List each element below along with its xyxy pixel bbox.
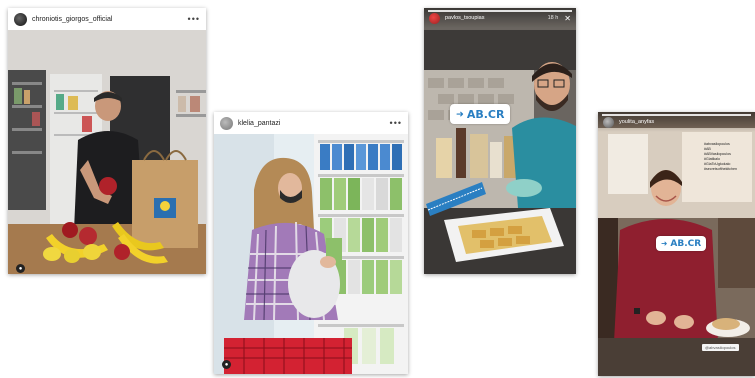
hashtag[interactable]: #secretsofthekitchen xyxy=(704,167,754,172)
instagram-story-2[interactable]: youlita_anyfas #abvasilopoulos #AB #ABVa… xyxy=(598,112,755,376)
instagram-post-1[interactable]: chroniotis_giorgos_official ••• ● xyxy=(8,8,206,274)
story-photo: youlita_anyfas #abvasilopoulos #AB #ABVa… xyxy=(598,112,755,376)
post-header: chroniotis_giorgos_official ••• xyxy=(8,8,206,30)
story-username[interactable]: pavlos_tsoupias xyxy=(445,15,548,21)
badge-label: AB.CR xyxy=(466,107,505,121)
story-header: pavlos_tsoupias 18 h ✕ xyxy=(424,8,576,28)
avatar[interactable] xyxy=(220,116,233,130)
send-arrow-icon: ➜ xyxy=(661,239,668,248)
supermarket-scene xyxy=(214,134,408,374)
kitchen-scene xyxy=(8,30,206,274)
close-icon[interactable]: ✕ xyxy=(564,14,571,23)
story-username[interactable]: youlita_anyfas xyxy=(619,119,750,125)
story-header: youlita_anyfas xyxy=(598,112,755,132)
story-progress-bar xyxy=(602,114,751,116)
instagram-story-1[interactable]: pavlos_tsoupias 18 h ✕ ➜ AB.CR xyxy=(424,8,576,274)
ellipsis-icon[interactable]: ••• xyxy=(390,118,402,128)
mention-tag[interactable]: @abvasilopoulos xyxy=(702,344,739,351)
instagram-post-2[interactable]: klelia_pantazi ••• ● xyxy=(214,112,408,374)
send-arrow-icon: ➜ xyxy=(456,108,464,120)
tagged-user-icon[interactable]: ● xyxy=(222,360,231,369)
ab-cr-badge[interactable]: ➜ AB.CR xyxy=(450,104,511,124)
ab-cr-badge[interactable]: ➜ AB.CR xyxy=(656,236,707,251)
story-timestamp: 18 h xyxy=(547,15,559,21)
tagged-user-icon[interactable]: ● xyxy=(16,264,25,273)
story-photo: pavlos_tsoupias 18 h ✕ ➜ AB.CR xyxy=(424,8,576,274)
hashtag-list: #abvasilopoulos #AB #ABVasilopoulos #Gia… xyxy=(704,142,754,172)
avatar[interactable] xyxy=(14,12,27,26)
avatar[interactable] xyxy=(429,12,440,24)
story-progress-bar xyxy=(428,10,572,12)
post-username[interactable]: chroniotis_giorgos_official xyxy=(32,16,188,23)
kitchen-story-scene xyxy=(424,8,576,274)
post-photo: ● xyxy=(8,30,206,274)
badge-label: AB.CR xyxy=(670,238,702,249)
post-photo: ● xyxy=(214,134,408,374)
post-header: klelia_pantazi ••• xyxy=(214,112,408,134)
ellipsis-icon[interactable]: ••• xyxy=(188,14,200,24)
post-username[interactable]: klelia_pantazi xyxy=(238,120,390,127)
avatar[interactable] xyxy=(603,116,614,128)
